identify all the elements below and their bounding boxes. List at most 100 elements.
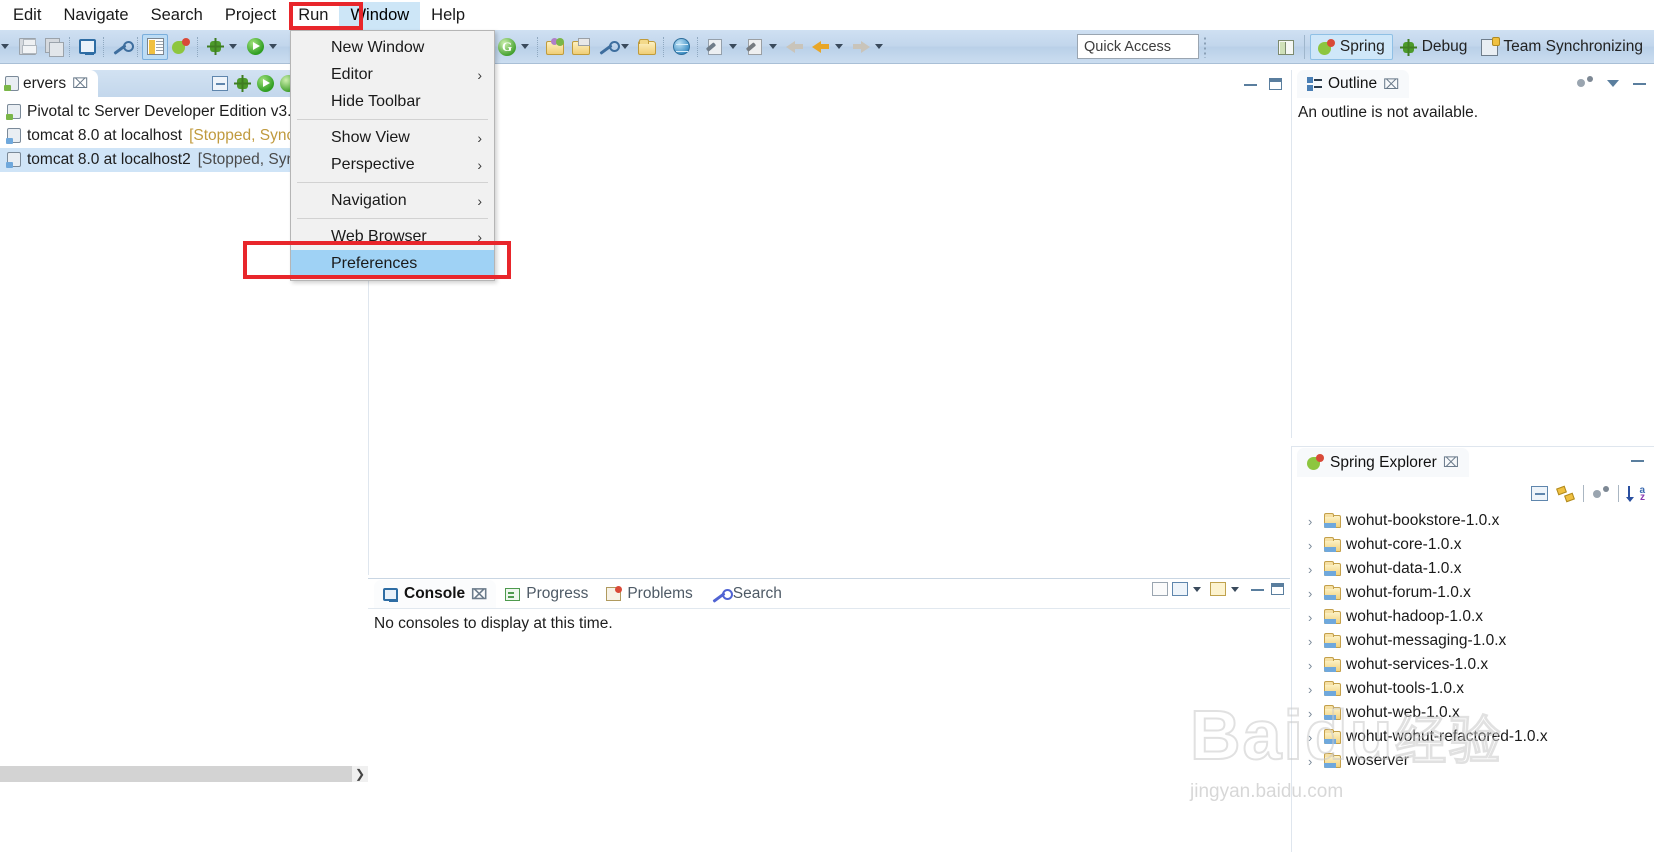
tree-item[interactable]: › wohut-bookstore-1.0.x xyxy=(1300,509,1654,533)
back-dropdown-arrow[interactable] xyxy=(835,44,843,49)
menu-editor[interactable]: Editor › xyxy=(291,61,494,88)
menu-item-run[interactable]: Run xyxy=(287,2,339,30)
tab-problems[interactable]: Problems xyxy=(597,580,701,608)
tree-item[interactable]: › wohut-services-1.0.x xyxy=(1300,653,1654,677)
tree-item[interactable]: › wohut-data-1.0.x xyxy=(1300,557,1654,581)
menu-new-window[interactable]: New Window xyxy=(291,34,494,61)
pin-console-icon[interactable] xyxy=(1152,582,1168,596)
previous-annotation-dropdown-arrow[interactable] xyxy=(769,44,777,49)
minimize-icon[interactable] xyxy=(1633,81,1646,85)
minimize-icon[interactable] xyxy=(1251,587,1264,591)
save-all-button[interactable] xyxy=(40,34,66,60)
close-icon[interactable]: ⌧ xyxy=(1383,76,1399,93)
tab-console[interactable]: Console ⌧ xyxy=(374,580,497,608)
menu-show-view[interactable]: Show View › xyxy=(291,124,494,151)
coverage-button[interactable]: G xyxy=(494,34,520,60)
menu-item-help[interactable]: Help xyxy=(420,2,476,30)
close-icon[interactable]: ⌧ xyxy=(471,586,487,603)
chevron-right-icon[interactable]: › xyxy=(1308,538,1319,553)
open-console-dropdown-arrow[interactable] xyxy=(1231,586,1239,592)
minimize-icon[interactable] xyxy=(1631,458,1644,462)
chevron-right-icon[interactable]: › xyxy=(1308,562,1319,577)
menu-preferences[interactable]: Preferences xyxy=(291,250,494,277)
chevron-right-icon[interactable]: › xyxy=(1308,706,1319,721)
menu-item-navigate[interactable]: Navigate xyxy=(52,2,139,30)
toolbar-drag-handle[interactable] xyxy=(1203,36,1207,58)
chevron-right-icon[interactable]: › xyxy=(1308,730,1319,745)
new-wizard-button[interactable] xyxy=(542,34,568,60)
close-icon[interactable]: ⌧ xyxy=(1443,454,1459,471)
link-with-editor-icon[interactable] xyxy=(1556,485,1575,503)
open-console-button[interactable] xyxy=(74,34,100,60)
menu-item-edit[interactable]: Edit xyxy=(2,2,52,30)
debug-dropdown-arrow[interactable] xyxy=(229,44,237,49)
forward-dropdown-arrow[interactable] xyxy=(875,44,883,49)
tab-spring-explorer[interactable]: Spring Explorer ⌧ xyxy=(1297,448,1469,477)
menu-item-project[interactable]: Project xyxy=(214,2,287,30)
tree-item[interactable]: › wohut-forum-1.0.x xyxy=(1300,581,1654,605)
debug-button[interactable] xyxy=(202,34,228,60)
search-button[interactable] xyxy=(594,34,620,60)
debug-server-icon[interactable] xyxy=(234,75,251,92)
open-console-icon[interactable] xyxy=(1210,582,1226,596)
tree-item[interactable]: › wohut-core-1.0.x xyxy=(1300,533,1654,557)
display-console-dropdown-arrow[interactable] xyxy=(1193,586,1201,592)
chevron-right-icon[interactable]: › xyxy=(1308,586,1319,601)
close-icon[interactable]: ⌧ xyxy=(72,75,88,92)
forward-button[interactable] xyxy=(848,34,874,60)
chevron-right-icon[interactable]: › xyxy=(1308,658,1319,673)
maximize-icon[interactable] xyxy=(1271,583,1284,595)
tab-servers[interactable]: ervers ⌧ xyxy=(0,70,99,97)
open-type-button[interactable] xyxy=(568,34,594,60)
display-selected-console-icon[interactable] xyxy=(1172,582,1188,596)
open-perspective-button[interactable] xyxy=(1273,34,1299,60)
chevron-right-icon[interactable]: › xyxy=(1308,610,1319,625)
menu-hide-toolbar[interactable]: Hide Toolbar xyxy=(291,88,494,115)
toolbar-overflow-arrow[interactable] xyxy=(1,44,9,49)
filters-icon[interactable] xyxy=(1593,486,1609,501)
tab-progress[interactable]: Progress xyxy=(496,580,597,608)
tree-item[interactable]: › wohut-tools-1.0.x xyxy=(1300,677,1654,701)
collapse-all-icon[interactable] xyxy=(212,76,228,91)
maximize-icon[interactable] xyxy=(1269,78,1282,90)
chevron-right-icon[interactable]: › xyxy=(1308,754,1319,769)
tree-item[interactable]: › wohut-hadoop-1.0.x xyxy=(1300,605,1654,629)
collapse-all-icon[interactable] xyxy=(1531,486,1548,501)
view-menu-icon[interactable] xyxy=(1607,79,1619,87)
next-annotation-dropdown-arrow[interactable] xyxy=(729,44,737,49)
back-button[interactable] xyxy=(808,34,834,60)
menu-perspective[interactable]: Perspective › xyxy=(291,151,494,178)
tab-outline[interactable]: Outline ⌧ xyxy=(1297,70,1410,98)
menu-item-search[interactable]: Search xyxy=(140,2,214,30)
next-annotation-button[interactable] xyxy=(702,34,728,60)
menu-navigation[interactable]: Navigation › xyxy=(291,187,494,214)
coverage-dropdown-arrow[interactable] xyxy=(521,44,529,49)
skip-breakpoints-button[interactable] xyxy=(108,34,134,60)
open-task-button[interactable] xyxy=(142,33,168,60)
run-button[interactable] xyxy=(242,34,268,60)
search-dropdown-arrow[interactable] xyxy=(621,44,629,49)
tab-search[interactable]: Search xyxy=(702,580,791,608)
quick-access-input[interactable]: Quick Access xyxy=(1077,34,1199,59)
run-dropdown-arrow[interactable] xyxy=(269,44,277,49)
tree-item[interactable]: › woserver xyxy=(1300,749,1654,773)
minimize-icon[interactable] xyxy=(1244,82,1257,86)
open-web-browser-button[interactable] xyxy=(668,34,694,60)
tree-item[interactable]: › wohut-messaging-1.0.x xyxy=(1300,629,1654,653)
start-server-icon[interactable] xyxy=(257,75,274,92)
scroll-right-icon[interactable]: ❯ xyxy=(352,766,368,782)
chevron-right-icon[interactable]: › xyxy=(1308,514,1319,529)
menu-web-browser[interactable]: Web Browser › xyxy=(291,223,494,250)
previous-annotation-button[interactable] xyxy=(742,34,768,60)
save-button[interactable] xyxy=(14,34,40,60)
chevron-right-icon[interactable]: › xyxy=(1308,634,1319,649)
tree-item[interactable]: › wohut-web-1.0.x xyxy=(1300,701,1654,725)
spring-bean-button[interactable] xyxy=(168,34,194,60)
tree-item[interactable]: › wohut-wohut-refactored-1.0.x xyxy=(1300,725,1654,749)
perspective-spring[interactable]: Spring xyxy=(1309,34,1393,60)
perspective-team-sync[interactable]: Team Synchronizing xyxy=(1474,35,1650,59)
back-disabled-button[interactable] xyxy=(782,34,808,60)
menu-item-window[interactable]: Window xyxy=(339,2,421,30)
open-resource-button[interactable] xyxy=(634,34,660,60)
hide-fields-icon[interactable] xyxy=(1577,76,1593,90)
